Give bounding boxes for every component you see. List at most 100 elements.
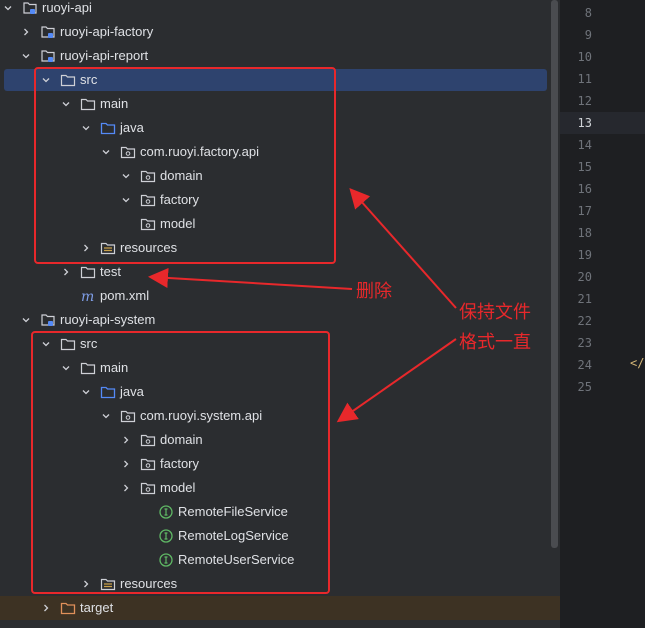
module-icon bbox=[22, 0, 38, 16]
tree-row-label: java bbox=[120, 120, 144, 135]
line-number: 16 bbox=[577, 182, 592, 196]
tree-row[interactable]: ruoyi-api-factory bbox=[0, 20, 560, 44]
line-number: 22 bbox=[577, 314, 592, 328]
chevron-right-icon[interactable] bbox=[18, 20, 34, 44]
tree-row-label: domain bbox=[160, 168, 203, 183]
line-number: 10 bbox=[577, 50, 592, 64]
tree-row[interactable]: factory bbox=[0, 188, 560, 212]
tree-row-label: factory bbox=[160, 192, 200, 207]
chevron-down-icon[interactable] bbox=[58, 92, 74, 116]
tree-row-label: RemoteFileService bbox=[178, 504, 288, 519]
tree-row-label: main bbox=[100, 360, 129, 375]
tree-row[interactable]: target bbox=[0, 596, 560, 620]
package-icon bbox=[140, 168, 156, 184]
tree-row[interactable]: ruoyi-api-report bbox=[0, 44, 560, 68]
tree-row-label: java bbox=[120, 384, 144, 399]
chevron-right-icon[interactable] bbox=[38, 596, 54, 620]
tree-row[interactable]: main bbox=[0, 356, 560, 380]
chevron-down-icon[interactable] bbox=[118, 188, 134, 212]
chevron-right-icon[interactable] bbox=[118, 476, 134, 500]
tree-row-label: ruoyi-api bbox=[42, 0, 92, 15]
tree-row[interactable]: RemoteLogService bbox=[0, 524, 560, 548]
chevron-down-icon[interactable] bbox=[0, 0, 16, 20]
line-number: 12 bbox=[577, 94, 592, 108]
excluded-folder-icon bbox=[60, 600, 76, 616]
line-number: 18 bbox=[577, 226, 592, 240]
folder-icon bbox=[80, 96, 96, 112]
line-number: 25 bbox=[577, 380, 592, 394]
tree-row[interactable]: model bbox=[0, 476, 560, 500]
chevron-right-icon[interactable] bbox=[118, 452, 134, 476]
package-icon bbox=[120, 408, 136, 424]
module-icon bbox=[40, 24, 56, 40]
package-icon bbox=[140, 192, 156, 208]
chevron-down-icon[interactable] bbox=[18, 308, 34, 332]
tree-row[interactable]: test bbox=[0, 260, 560, 284]
package-icon bbox=[140, 456, 156, 472]
chevron-down-icon[interactable] bbox=[98, 404, 114, 428]
tree-row[interactable]: RemoteFileService bbox=[0, 500, 560, 524]
tree-row[interactable]: RemoteUserService bbox=[0, 548, 560, 572]
tree-row-label: com.ruoyi.system.api bbox=[140, 408, 263, 423]
line-number: 23 bbox=[577, 336, 592, 350]
tree-row-label: resources bbox=[120, 240, 178, 255]
chevron-right-icon[interactable] bbox=[58, 260, 74, 284]
keep-format-annotation-line2: 格式一直 bbox=[459, 332, 531, 353]
resources-folder-icon bbox=[100, 240, 116, 256]
line-number: 11 bbox=[577, 72, 592, 86]
source-folder-icon bbox=[100, 120, 116, 136]
line-number: 17 bbox=[577, 204, 592, 218]
tree-row-label: RemoteLogService bbox=[178, 528, 289, 543]
keep-format-annotation-line1: 保持文件 bbox=[459, 302, 531, 323]
folder-icon bbox=[80, 264, 96, 280]
tree-row-label: com.ruoyi.factory.api bbox=[140, 144, 259, 159]
tree-row[interactable]: com.ruoyi.factory.api bbox=[0, 140, 560, 164]
chevron-down-icon[interactable] bbox=[38, 332, 54, 356]
folder-icon bbox=[80, 360, 96, 376]
editor-pane[interactable]: 8 9 10 11 12 13 14 15 16 17 18 19 20 21 22 23 24 25 </ bbox=[560, 0, 645, 628]
folder-icon bbox=[60, 336, 76, 352]
tree-row[interactable]: java bbox=[0, 116, 560, 140]
tree-row-label: pom.xml bbox=[100, 288, 150, 303]
chevron-right-icon[interactable] bbox=[78, 236, 94, 260]
chevron-right-icon[interactable] bbox=[118, 428, 134, 452]
line-number: 19 bbox=[577, 248, 592, 262]
tree-row[interactable]: main bbox=[0, 92, 560, 116]
chevron-down-icon[interactable] bbox=[98, 140, 114, 164]
resources-folder-icon bbox=[100, 576, 116, 592]
chevron-down-icon[interactable] bbox=[38, 68, 54, 92]
package-icon bbox=[140, 480, 156, 496]
tree-row[interactable]: resources bbox=[0, 572, 560, 596]
interface-icon bbox=[158, 528, 174, 544]
chevron-right-icon[interactable] bbox=[78, 572, 94, 596]
chevron-down-icon[interactable] bbox=[18, 44, 34, 68]
chevron-down-icon[interactable] bbox=[118, 164, 134, 188]
chevron-down-icon[interactable] bbox=[58, 356, 74, 380]
svg-text:m: m bbox=[81, 289, 94, 304]
tree-row[interactable]: com.ruoyi.system.api bbox=[0, 404, 560, 428]
tree-row-label: target bbox=[80, 600, 114, 615]
tree-row-label: resources bbox=[120, 576, 178, 591]
module-icon bbox=[40, 312, 56, 328]
tree-row[interactable]: java bbox=[0, 380, 560, 404]
tree-row-label: factory bbox=[160, 456, 200, 471]
tree-row[interactable]: src bbox=[0, 68, 560, 92]
chevron-down-icon[interactable] bbox=[78, 380, 94, 404]
tree-scrollbar[interactable] bbox=[551, 0, 558, 548]
line-number: 8 bbox=[584, 6, 592, 20]
tree-row[interactable]: resources bbox=[0, 236, 560, 260]
tree-row[interactable]: model bbox=[0, 212, 560, 236]
tree-row-label: model bbox=[160, 480, 196, 495]
tree-row-label: ruoyi-api-factory bbox=[60, 24, 154, 39]
line-number: 20 bbox=[577, 270, 592, 284]
tree-row[interactable]: domain bbox=[0, 428, 560, 452]
tree-row-label: RemoteUserService bbox=[178, 552, 295, 567]
tree-row[interactable]: domain bbox=[0, 164, 560, 188]
folder-icon bbox=[60, 72, 76, 88]
tree-row-label: src bbox=[80, 336, 98, 351]
tree-row-label: test bbox=[100, 264, 121, 279]
tree-row-label: ruoyi-api-system bbox=[60, 312, 156, 327]
chevron-down-icon[interactable] bbox=[78, 116, 94, 140]
tree-row[interactable]: ruoyi-api bbox=[0, 0, 560, 20]
tree-row[interactable]: factory bbox=[0, 452, 560, 476]
